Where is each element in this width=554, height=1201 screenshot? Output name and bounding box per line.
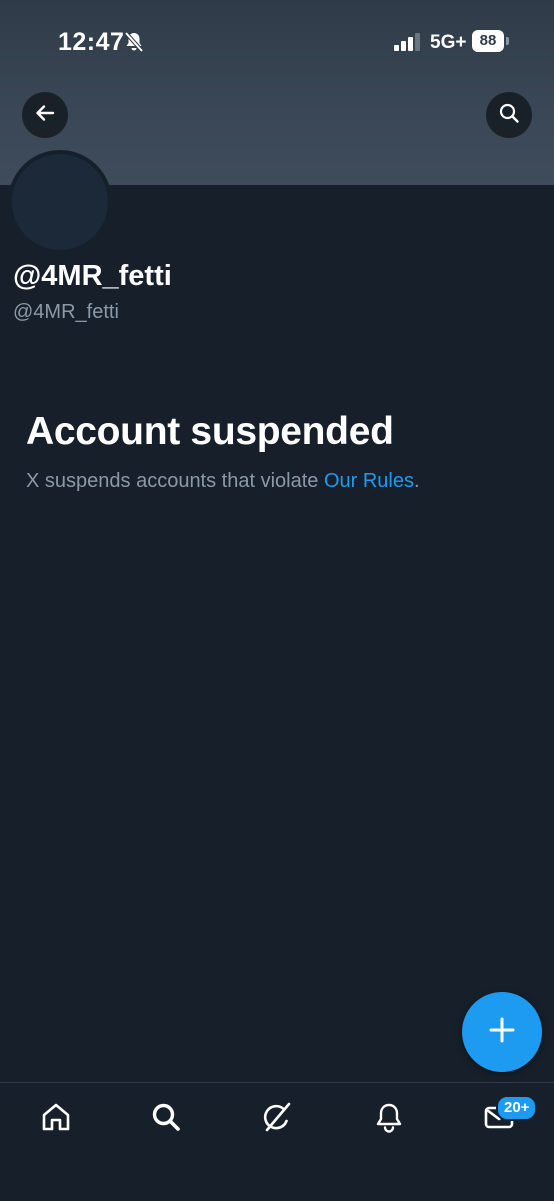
battery-level: 88 xyxy=(472,30,504,52)
suspension-message: X suspends accounts that violate Our Rul… xyxy=(26,470,420,493)
back-button[interactable] xyxy=(22,92,68,138)
status-time: 12:47 xyxy=(58,28,125,56)
suspension-message-text: X suspends accounts that violate xyxy=(26,470,324,492)
search-icon xyxy=(149,1100,183,1139)
bell-muted-icon xyxy=(124,31,144,53)
avatar xyxy=(8,150,112,254)
home-icon xyxy=(39,1100,73,1139)
arrow-left-icon xyxy=(34,102,56,129)
network-type: 5G+ xyxy=(430,32,467,53)
bell-icon xyxy=(372,1100,406,1139)
battery-indicator: 88 xyxy=(472,30,510,52)
search-button[interactable] xyxy=(486,92,532,138)
profile-display-name: @4MR_fetti xyxy=(13,260,172,292)
grok-icon xyxy=(261,1100,295,1139)
cellular-signal-icon xyxy=(393,33,423,51)
search-icon xyxy=(498,102,520,129)
nav-explore[interactable] xyxy=(146,1099,186,1139)
nav-home[interactable] xyxy=(36,1099,76,1139)
suspension-title: Account suspended xyxy=(26,410,394,453)
compose-post-button[interactable] xyxy=(462,992,542,1072)
bottom-navigation: 20+ xyxy=(0,1082,554,1201)
profile-handle: @4MR_fetti xyxy=(13,301,119,323)
messages-badge: 20+ xyxy=(496,1095,538,1121)
battery-cap xyxy=(506,37,509,45)
plus-icon xyxy=(487,1015,517,1050)
our-rules-link[interactable]: Our Rules xyxy=(324,470,414,492)
nav-notifications[interactable] xyxy=(369,1099,409,1139)
suspension-message-end: . xyxy=(414,470,420,492)
nav-grok[interactable] xyxy=(258,1099,298,1139)
status-bar: 12:47 5G+ 88 xyxy=(0,0,554,84)
